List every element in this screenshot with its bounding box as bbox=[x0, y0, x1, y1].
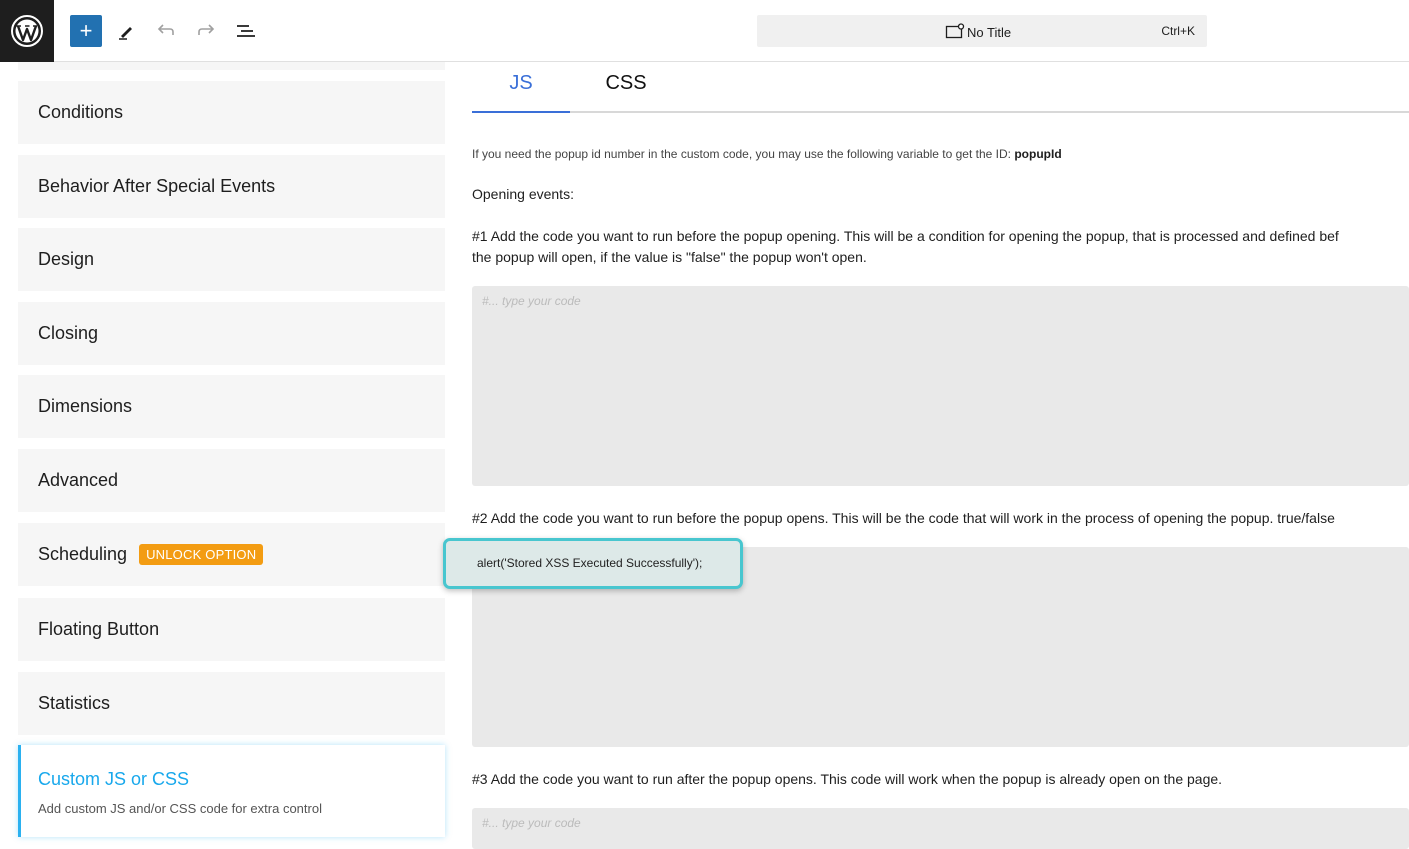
sidebar-item-floating-button[interactable]: Floating Button bbox=[18, 598, 445, 661]
sidebar-item-label: Custom JS or CSS bbox=[38, 769, 190, 789]
unlock-option-badge[interactable]: UNLOCK OPTION bbox=[139, 544, 264, 565]
sidebar-item-description: Add custom JS and/or CSS code for extra … bbox=[38, 801, 322, 816]
sidebar-item-label: Design bbox=[38, 249, 95, 269]
code-text: alert('Stored XSS Executed Successfully'… bbox=[477, 556, 703, 570]
code-editor-before-opening[interactable]: #... type your code bbox=[472, 286, 1409, 486]
sidebar-item-dimensions[interactable]: Dimensions bbox=[18, 375, 445, 438]
custom-code-panel: JS CSS If you need the popup id number i… bbox=[472, 62, 1409, 849]
sidebar-item-label: Dimensions bbox=[38, 396, 133, 416]
plus-icon: + bbox=[79, 18, 93, 43]
sidebar-item-label: Closing bbox=[38, 323, 99, 343]
sidebar-item-label: Scheduling bbox=[38, 544, 128, 564]
editor-top-bar: + No Title Ctrl+K bbox=[0, 0, 1409, 62]
code-placeholder: #... type your code bbox=[482, 816, 581, 830]
redo-icon[interactable] bbox=[194, 19, 218, 43]
code-editor-after-opening[interactable]: #... type your code bbox=[472, 808, 1409, 849]
list-view-icon[interactable] bbox=[234, 19, 258, 43]
highlighted-code-value[interactable]: alert('Stored XSS Executed Successfully'… bbox=[443, 538, 743, 589]
tab-js[interactable]: JS bbox=[472, 72, 570, 113]
sidebar-item-scheduling[interactable]: Scheduling UNLOCK OPTION bbox=[18, 523, 445, 586]
pencil-icon[interactable] bbox=[114, 19, 138, 43]
code-tabs: JS CSS bbox=[472, 62, 1409, 113]
step1-description-line1: #1 Add the code you want to run before t… bbox=[472, 228, 1339, 244]
undo-icon[interactable] bbox=[154, 19, 178, 43]
sidebar-item-label: Statistics bbox=[38, 693, 111, 713]
document-icon bbox=[945, 23, 965, 42]
code-placeholder: #... type your code bbox=[482, 294, 581, 308]
sidebar-item-label: Floating Button bbox=[38, 619, 160, 639]
sidebar-item-design[interactable]: Design bbox=[18, 228, 445, 291]
step2-description: #2 Add the code you want to run before t… bbox=[472, 510, 1335, 526]
sidebar-item-closing[interactable]: Closing bbox=[18, 302, 445, 365]
settings-sidebar: Conditions Behavior After Special Events… bbox=[18, 62, 445, 849]
sidebar-item-label: Behavior After Special Events bbox=[38, 176, 276, 196]
sidebar-item-custom-js-css[interactable]: Custom JS or CSS Add custom JS and/or CS… bbox=[18, 745, 445, 837]
sidebar-item-label: Conditions bbox=[38, 102, 124, 122]
add-block-button[interactable]: + bbox=[70, 15, 102, 47]
popup-id-variable: popupId bbox=[1014, 147, 1062, 161]
tab-css[interactable]: CSS bbox=[570, 72, 682, 113]
sidebar-item-behavior[interactable]: Behavior After Special Events bbox=[18, 155, 445, 218]
opening-events-heading: Opening events: bbox=[472, 186, 574, 202]
keyboard-shortcut: Ctrl+K bbox=[1161, 24, 1195, 38]
info-text: If you need the popup id number in the c… bbox=[472, 147, 1015, 161]
step1-description-line2: the popup will open, if the value is "fa… bbox=[472, 249, 867, 265]
sidebar-item-statistics[interactable]: Statistics bbox=[18, 672, 445, 735]
sidebar-item-label: Advanced bbox=[38, 470, 119, 490]
sidebar-item-conditions[interactable]: Conditions bbox=[18, 81, 445, 144]
command-palette-bar[interactable]: No Title Ctrl+K bbox=[757, 15, 1207, 47]
step3-description: #3 Add the code you want to run after th… bbox=[472, 771, 1223, 787]
wordpress-logo-icon[interactable] bbox=[0, 0, 54, 62]
document-title: No Title bbox=[967, 25, 1012, 40]
popup-id-info: If you need the popup id number in the c… bbox=[472, 147, 1062, 161]
sidebar-item-partial[interactable] bbox=[18, 62, 445, 70]
sidebar-item-advanced[interactable]: Advanced bbox=[18, 449, 445, 512]
